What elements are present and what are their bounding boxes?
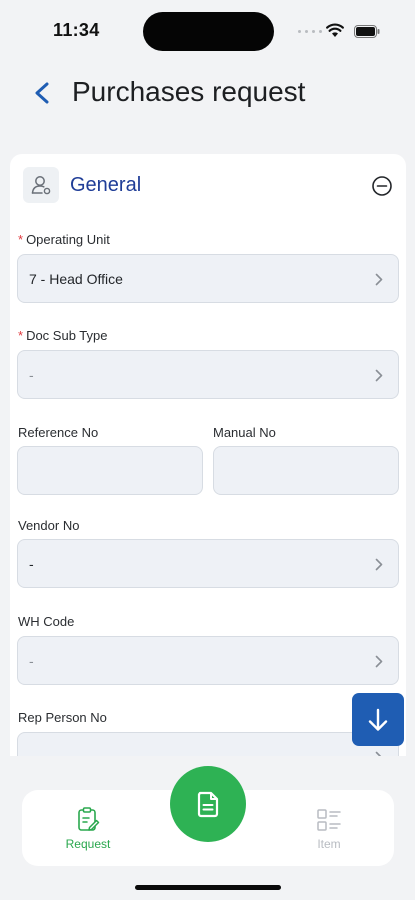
wh-code-label: WH Code <box>18 614 75 629</box>
back-chevron-icon[interactable] <box>30 78 56 108</box>
battery-icon <box>354 25 380 38</box>
required-marker: * <box>18 232 24 247</box>
required-marker: * <box>18 328 24 343</box>
nav-label-request: Request <box>65 837 111 851</box>
reference-no-input[interactable] <box>17 446 203 495</box>
vendor-no-label: Vendor No <box>18 518 80 533</box>
wh-code-value: - <box>29 653 34 669</box>
signal-icon <box>298 30 324 34</box>
general-card: General * Operating Unit 7 - Head Office … <box>10 154 406 774</box>
rep-person-no-label: Rep Person No <box>18 710 107 725</box>
status-time: 11:34 <box>53 20 100 40</box>
wh-code-select[interactable]: - <box>17 636 399 685</box>
clipboard-edit-icon <box>78 807 100 831</box>
doc-sub-type-select[interactable]: - <box>17 350 399 399</box>
header: Purchases request <box>0 70 415 118</box>
chevron-right-icon <box>375 655 383 668</box>
operating-unit-label: * Operating Unit <box>18 232 110 247</box>
list-icon <box>317 809 341 831</box>
new-document-button[interactable] <box>170 766 246 842</box>
nav-label-item: Item <box>317 837 341 851</box>
nav-tab-item[interactable]: Item <box>274 790 384 866</box>
reference-no-label: Reference No <box>18 425 99 440</box>
arrow-down-icon <box>368 708 388 731</box>
wifi-icon <box>326 23 344 37</box>
dynamic-island <box>143 12 274 51</box>
collapse-minus-icon[interactable] <box>371 175 393 197</box>
manual-no-input[interactable] <box>213 446 399 495</box>
user-settings-icon <box>23 167 59 203</box>
section-header[interactable]: General <box>10 154 406 216</box>
status-bar: 11:34 <box>0 0 415 60</box>
section-title: General <box>70 174 142 196</box>
home-indicator <box>135 885 281 890</box>
nav-tab-request[interactable]: Request <box>33 790 143 866</box>
operating-unit-value: 7 - Head Office <box>29 271 123 287</box>
document-icon <box>197 791 219 818</box>
chevron-right-icon <box>375 558 383 571</box>
manual-no-label: Manual No <box>213 425 276 440</box>
chevron-right-icon <box>375 273 383 286</box>
doc-sub-type-label: * Doc Sub Type <box>18 328 108 343</box>
chevron-right-icon <box>375 369 383 382</box>
scroll-down-button[interactable] <box>352 693 404 746</box>
vendor-no-value: - <box>29 556 34 572</box>
operating-unit-select[interactable]: 7 - Head Office <box>17 254 399 303</box>
page-title: Purchases request <box>72 76 306 107</box>
vendor-no-select[interactable]: - <box>17 539 399 588</box>
doc-sub-type-value: - <box>29 367 34 383</box>
